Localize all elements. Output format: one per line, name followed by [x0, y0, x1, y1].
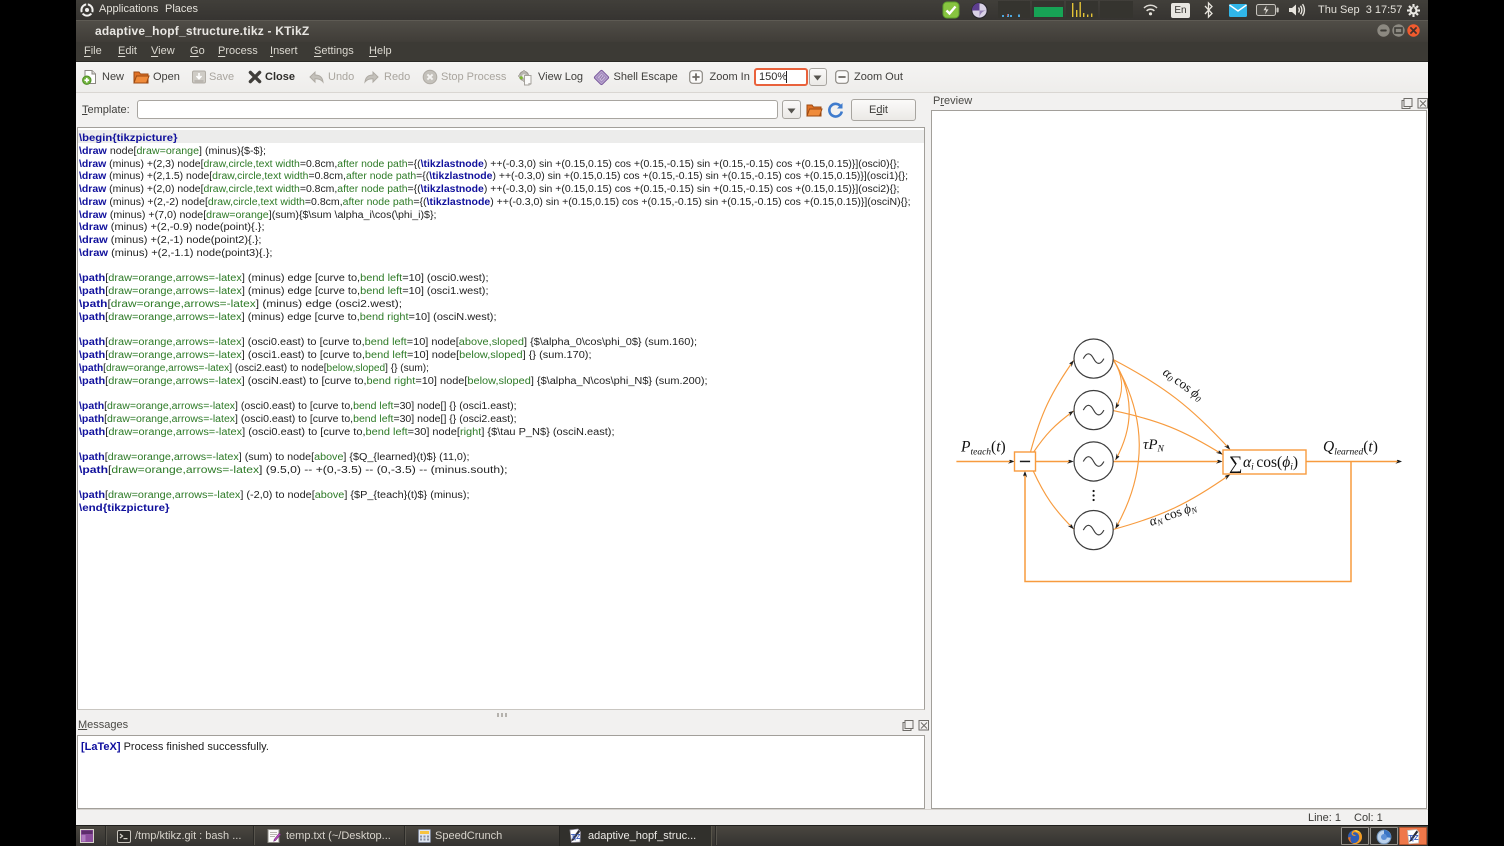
- svg-text:∑: ∑: [1229, 453, 1243, 474]
- svg-text:Pteach(t): Pteach(t): [960, 439, 1006, 458]
- svg-text:α0 cos ϕ0: α0 cos ϕ0: [1160, 364, 1207, 404]
- svg-text:τPN: τPN: [1143, 437, 1165, 455]
- svg-text:Qlearned(t): Qlearned(t): [1323, 439, 1378, 458]
- svg-text:αN cos ϕN: αN cos ϕN: [1147, 498, 1200, 529]
- svg-text:TiZ: TiZ: [1408, 833, 1419, 844]
